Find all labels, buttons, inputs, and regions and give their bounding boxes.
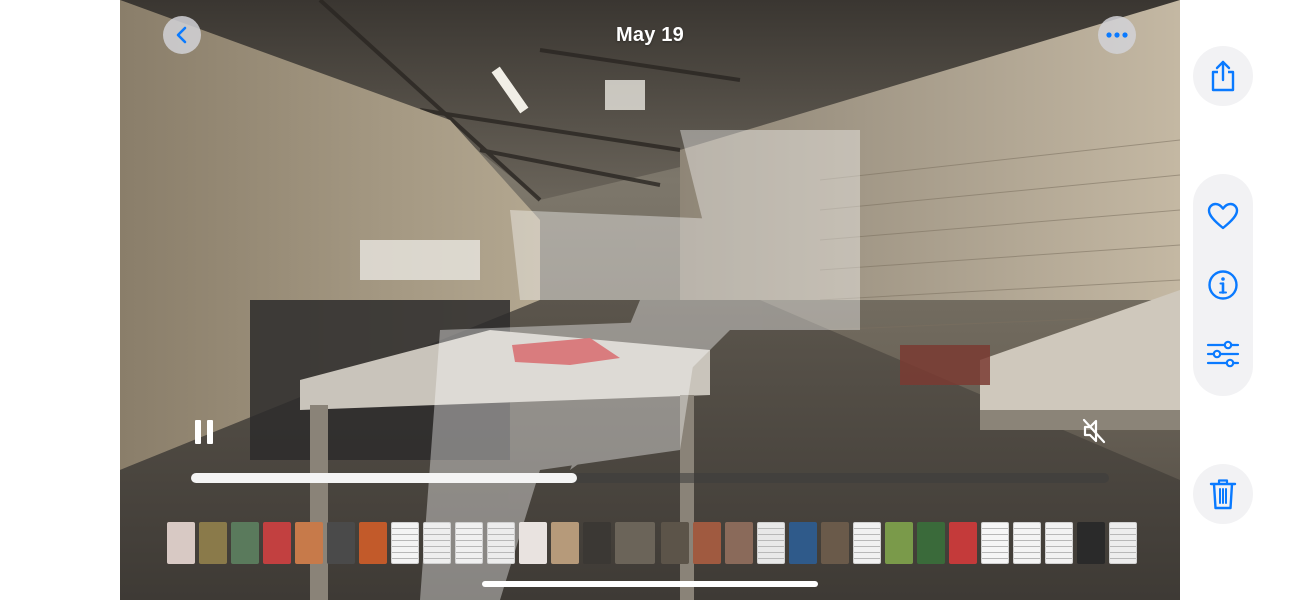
- action-sidebar: [1180, 0, 1300, 600]
- thumbnail[interactable]: [757, 522, 785, 564]
- thumbnail[interactable]: [821, 522, 849, 564]
- favorite-button[interactable]: [1193, 186, 1253, 246]
- back-button[interactable]: [163, 16, 201, 54]
- thumbnail[interactable]: [789, 522, 817, 564]
- actions-group: [1193, 174, 1253, 396]
- thumbnail[interactable]: [487, 522, 515, 564]
- thumbnail[interactable]: [231, 522, 259, 564]
- thumbnail[interactable]: [693, 522, 721, 564]
- heart-icon: [1207, 202, 1239, 230]
- thumbnail[interactable]: [263, 522, 291, 564]
- thumbnail[interactable]: [423, 522, 451, 564]
- pause-bar-right: [207, 420, 213, 444]
- thumbnail[interactable]: [199, 522, 227, 564]
- trash-icon: [1209, 479, 1237, 510]
- mute-button[interactable]: [1077, 414, 1111, 448]
- thumbnail[interactable]: [359, 522, 387, 564]
- adjust-button[interactable]: [1193, 324, 1253, 384]
- info-icon: [1208, 270, 1238, 300]
- thumbnail[interactable]: [917, 522, 945, 564]
- sliders-icon: [1206, 340, 1240, 368]
- thumbnail[interactable]: [661, 522, 689, 564]
- scrubber-progress: [191, 473, 577, 483]
- thumbnail[interactable]: [551, 522, 579, 564]
- thumbnail-current[interactable]: [615, 522, 655, 564]
- thumbnail[interactable]: [391, 522, 419, 564]
- pause-button[interactable]: [188, 416, 220, 448]
- more-options-button[interactable]: [1098, 16, 1136, 54]
- thumbnail[interactable]: [949, 522, 977, 564]
- chevron-left-icon: [176, 26, 187, 44]
- thumbnail[interactable]: [885, 522, 913, 564]
- video-viewport[interactable]: [120, 0, 1180, 600]
- thumbnail[interactable]: [1045, 522, 1073, 564]
- info-button[interactable]: [1193, 255, 1253, 315]
- ellipsis-icon: [1106, 32, 1128, 38]
- share-icon: [1211, 60, 1235, 92]
- home-indicator[interactable]: [482, 581, 818, 587]
- thumbnail[interactable]: [327, 522, 355, 564]
- thumbnail[interactable]: [1109, 522, 1137, 564]
- thumbnail[interactable]: [1077, 522, 1105, 564]
- thumbnail[interactable]: [519, 522, 547, 564]
- speaker-muted-icon: [1082, 418, 1106, 444]
- thumbnail[interactable]: [853, 522, 881, 564]
- thumbnail[interactable]: [981, 522, 1009, 564]
- thumbnail[interactable]: [583, 522, 611, 564]
- left-margin: [0, 0, 120, 600]
- share-button[interactable]: [1193, 46, 1253, 106]
- delete-button[interactable]: [1193, 464, 1253, 524]
- video-frame: [120, 0, 1180, 600]
- thumbnail[interactable]: [1013, 522, 1041, 564]
- video-scrubber[interactable]: [191, 473, 1109, 483]
- thumbnail[interactable]: [295, 522, 323, 564]
- page-title: May 19: [616, 24, 684, 46]
- thumbnail[interactable]: [167, 522, 195, 564]
- thumbnail[interactable]: [725, 522, 753, 564]
- pause-bar-left: [195, 420, 201, 444]
- photo-viewer-screen: May 19: [0, 0, 1300, 600]
- thumbnail[interactable]: [455, 522, 483, 564]
- thumbnail-strip[interactable]: [167, 522, 1147, 566]
